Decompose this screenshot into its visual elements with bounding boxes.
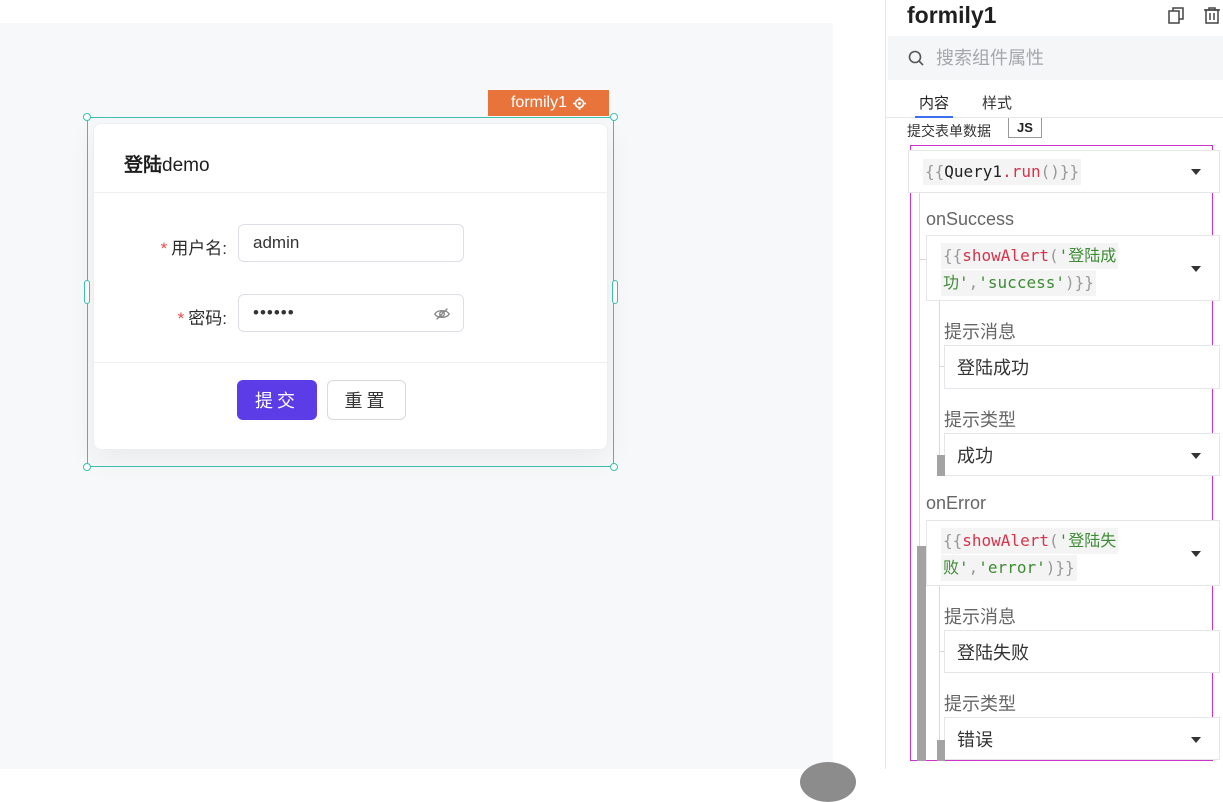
search-input[interactable] bbox=[936, 47, 1186, 69]
success-message-input[interactable]: 登陆成功 bbox=[944, 345, 1220, 389]
component-tag-label: formily1 bbox=[510, 94, 567, 111]
panel-tabs: 内容 样式 bbox=[886, 90, 1223, 118]
tree-indent-bar bbox=[937, 740, 945, 761]
query-select[interactable]: {{Query1.run()}} bbox=[908, 150, 1220, 193]
success-type-select[interactable]: 成功 bbox=[944, 433, 1220, 476]
component-tag[interactable]: formily1 bbox=[488, 90, 609, 116]
chevron-down-icon bbox=[1191, 551, 1201, 557]
copy-icon[interactable] bbox=[1168, 7, 1184, 24]
tab-style[interactable]: 样式 bbox=[978, 92, 1016, 118]
resize-handle-top-right[interactable] bbox=[610, 113, 618, 121]
password-label: * 密码: bbox=[177, 309, 227, 328]
error-type-label: 提示类型 bbox=[944, 694, 1016, 714]
chevron-down-icon bbox=[1191, 453, 1201, 459]
tree-line bbox=[939, 301, 940, 476]
tree-branch bbox=[919, 259, 926, 260]
resize-handle-bottom-right[interactable] bbox=[610, 463, 618, 471]
error-type-select[interactable]: 错误 bbox=[944, 717, 1220, 760]
trash-icon[interactable] bbox=[1204, 7, 1220, 24]
panel-title: formily1 bbox=[907, 2, 997, 28]
username-label: * 用户名: bbox=[160, 239, 227, 258]
tree-indent-bar bbox=[937, 455, 945, 476]
form-title: 登陆demo bbox=[124, 155, 210, 176]
tree-line bbox=[939, 586, 940, 759]
js-toggle[interactable]: JS bbox=[1008, 118, 1042, 138]
on-success-select[interactable]: {{showAlert('登陆成 功','success')}} bbox=[926, 235, 1220, 301]
resize-handle-left[interactable] bbox=[84, 280, 90, 304]
on-error-label: onError bbox=[926, 493, 987, 513]
login-form-card: 登陆demo * 用户名: admin * 密码: •••••• 提交 重置 bbox=[93, 123, 608, 450]
on-error-select[interactable]: {{showAlert('登陆失 败','error')}} bbox=[926, 520, 1220, 586]
resize-handle-right[interactable] bbox=[612, 280, 618, 304]
success-type-label: 提示类型 bbox=[944, 410, 1016, 430]
property-panel: formily1 内容 样式 提交表单数据 JS {{Query1.run()}… bbox=[885, 0, 1223, 769]
error-message-input[interactable]: 登陆失败 bbox=[944, 630, 1220, 673]
success-message-label: 提示消息 bbox=[944, 322, 1016, 342]
tree-branch bbox=[939, 651, 944, 652]
tab-content[interactable]: 内容 bbox=[915, 92, 954, 118]
form-footer-divider bbox=[94, 362, 607, 363]
property-search bbox=[888, 36, 1223, 80]
submit-button[interactable]: 提交 bbox=[237, 380, 317, 420]
floating-action-button[interactable] bbox=[800, 762, 856, 802]
tree-indent-bar bbox=[917, 546, 926, 761]
on-success-label: onSuccess bbox=[926, 209, 1015, 229]
search-icon bbox=[908, 50, 924, 66]
form-header-divider bbox=[94, 192, 607, 193]
password-input[interactable]: •••••• bbox=[238, 294, 464, 332]
eye-invisible-icon[interactable] bbox=[433, 305, 451, 323]
reset-button[interactable]: 重置 bbox=[327, 380, 406, 420]
chevron-down-icon bbox=[1191, 737, 1201, 743]
username-input[interactable]: admin bbox=[238, 224, 464, 262]
chevron-down-icon bbox=[1191, 266, 1201, 272]
error-message-label: 提示消息 bbox=[944, 607, 1016, 627]
submit-data-label: 提交表单数据 bbox=[907, 123, 991, 139]
tree-branch bbox=[939, 366, 944, 367]
gear-icon[interactable] bbox=[573, 96, 586, 110]
resize-handle-bottom-left[interactable] bbox=[83, 463, 91, 471]
resize-handle-top-left[interactable] bbox=[83, 113, 91, 121]
chevron-down-icon bbox=[1191, 169, 1201, 175]
